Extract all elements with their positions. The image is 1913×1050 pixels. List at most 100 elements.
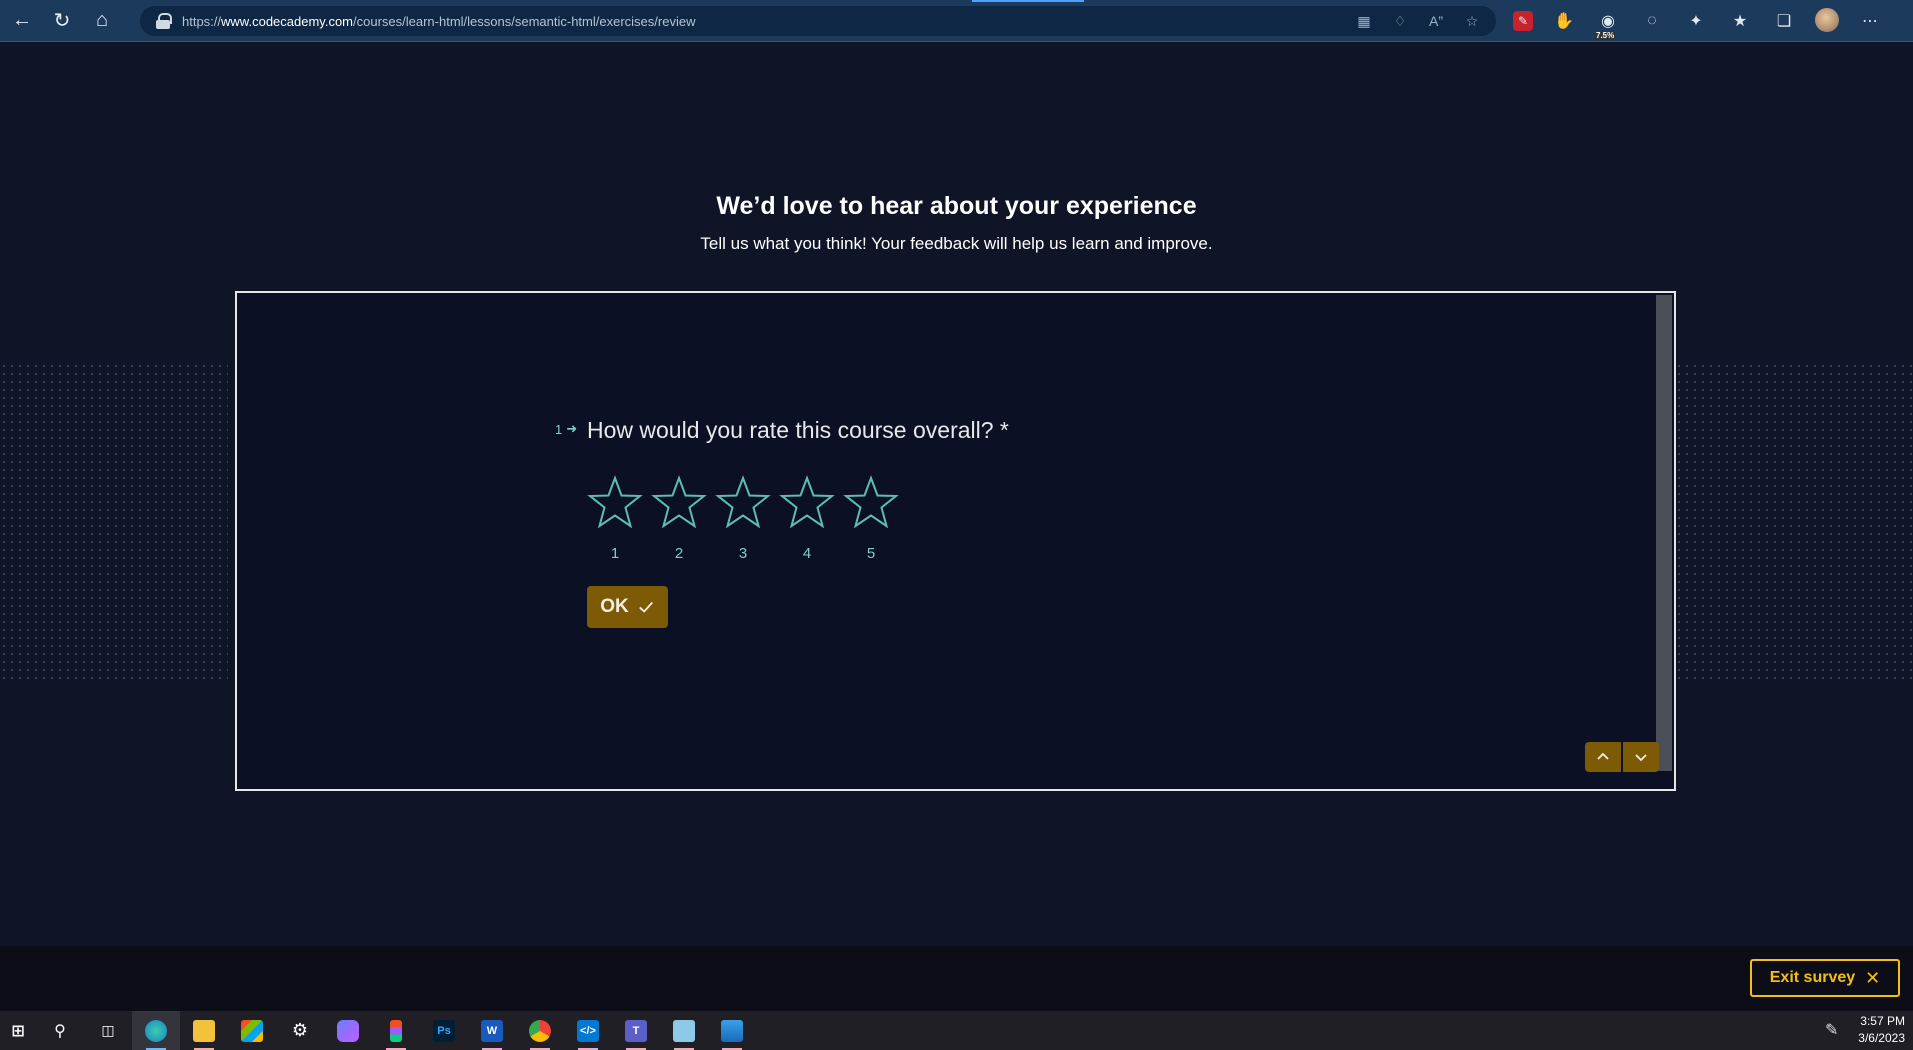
question-number-text: 1	[555, 421, 563, 437]
lock-icon	[156, 13, 172, 29]
refresh-icon[interactable]: ↻	[42, 0, 82, 42]
store-icon	[241, 1019, 263, 1042]
page-title: We’d love to hear about your experience	[716, 192, 1197, 220]
address-bar[interactable]: https://www.codecademy.com/courses/learn…	[140, 6, 1496, 36]
vscode-taskbar-item[interactable]: </>	[564, 1011, 612, 1050]
clock-time: 3:57 PM	[1860, 1014, 1905, 1028]
question-navigation	[1585, 742, 1659, 772]
vscode-icon: </>	[577, 1019, 599, 1042]
notepad-icon	[673, 1019, 695, 1042]
badge-extension-icon[interactable]: ◉ 7.5%	[1595, 8, 1621, 40]
previous-question-button[interactable]	[1585, 742, 1621, 772]
ok-button[interactable]: OK	[587, 586, 668, 628]
task-view-button[interactable]: ◫	[84, 1011, 132, 1050]
rating-option-2[interactable]: 2	[651, 475, 707, 562]
store-taskbar-item[interactable]	[228, 1011, 276, 1050]
avatar[interactable]	[1815, 8, 1839, 32]
tag-icon[interactable]: ♢	[1390, 11, 1410, 31]
exit-survey-button[interactable]: Exit survey ✕	[1750, 959, 1900, 997]
settings-taskbar-item[interactable]: ⚙	[276, 1011, 324, 1050]
dot-pattern-right	[1675, 362, 1913, 684]
rating-label: 4	[802, 545, 812, 562]
active-tab-indicator	[972, 0, 1084, 2]
photoshop-taskbar-item[interactable]: Ps	[420, 1011, 468, 1050]
more-menu-icon[interactable]: ⋯	[1857, 8, 1883, 34]
close-icon: ✕	[1865, 967, 1881, 988]
photos-taskbar-item[interactable]	[708, 1011, 756, 1050]
url-prefix: https://	[182, 13, 222, 29]
search-button[interactable]: ⚲	[36, 1011, 84, 1050]
pdf-extension-icon[interactable]: ✎	[1513, 11, 1533, 31]
taskbar: ⊞ ⚲ ◫ ⚙ Ps W </> T	[0, 1011, 1913, 1050]
url-domain: www.codecademy.com	[221, 13, 354, 29]
star-icon	[843, 475, 899, 529]
notepad-taskbar-item[interactable]	[660, 1011, 708, 1050]
checkmark-icon	[638, 601, 653, 613]
glasses-extension-icon[interactable]: ◌	[1639, 8, 1665, 34]
chevron-down-icon	[1635, 754, 1647, 762]
arrow-right-icon: ➜	[566, 421, 578, 436]
dot-pattern-left	[0, 362, 228, 684]
extension-badge: 7.5%	[1595, 31, 1616, 40]
teams-icon: T	[625, 1019, 647, 1042]
star-icon	[651, 475, 707, 529]
photoshop-icon: Ps	[433, 1019, 455, 1042]
favorites-icon[interactable]: ★	[1727, 8, 1753, 34]
collections-icon[interactable]: ❏	[1771, 8, 1797, 34]
rating-option-4[interactable]: 4	[779, 475, 835, 562]
exit-survey-label: Exit survey	[1769, 969, 1856, 986]
chevron-up-icon	[1597, 752, 1609, 760]
home-icon[interactable]: ⌂	[82, 0, 122, 42]
adblock-extension-icon[interactable]: ✋	[1551, 8, 1577, 34]
file-explorer-taskbar-item[interactable]	[180, 1011, 228, 1050]
rating-label: 3	[738, 545, 748, 562]
photos-icon	[721, 1019, 743, 1042]
star-icon	[779, 475, 835, 529]
search-icon: ⚲	[54, 1022, 66, 1040]
next-question-button[interactable]	[1623, 742, 1659, 772]
edge-icon	[145, 1019, 167, 1042]
figma-taskbar-item[interactable]	[372, 1011, 420, 1050]
start-button[interactable]: ⊞	[0, 1011, 36, 1050]
chrome-icon	[529, 1019, 551, 1042]
survey-frame: 1 ➜ How would you rate this course overa…	[235, 291, 1676, 791]
folder-icon	[193, 1019, 215, 1042]
back-icon[interactable]: ←	[2, 0, 42, 42]
rating-label: 5	[866, 545, 876, 562]
bottom-bar	[0, 946, 1913, 1011]
rating-option-5[interactable]: 5	[843, 475, 899, 562]
windows-icon: ⊞	[11, 1022, 25, 1040]
copilot-taskbar-item[interactable]	[324, 1011, 372, 1050]
gear-icon: ⚙	[291, 1020, 309, 1040]
figma-icon	[390, 1019, 402, 1042]
star-rating: 1 2 3 4 5	[587, 475, 899, 562]
system-clock[interactable]: 3:57 PM 3/6/2023	[1858, 1013, 1905, 1047]
question-number: 1 ➜	[555, 421, 577, 437]
scrollbar[interactable]	[1656, 295, 1672, 771]
apps-icon[interactable]: ▦	[1354, 11, 1374, 31]
question-text: How would you rate this course overall? …	[587, 417, 1009, 443]
star-icon	[715, 475, 771, 529]
rating-label: 1	[610, 545, 620, 562]
add-favorite-icon[interactable]: ☆	[1462, 11, 1482, 31]
clock-date: 3/6/2023	[1858, 1031, 1905, 1045]
url-path: /courses/learn-html/lessons/semantic-htm…	[353, 13, 696, 29]
rating-option-1[interactable]: 1	[587, 475, 643, 562]
read-aloud-icon[interactable]: A”	[1426, 11, 1446, 31]
url-text[interactable]: https://www.codecademy.com/courses/learn…	[182, 14, 695, 29]
star-icon	[587, 475, 643, 529]
pen-icon[interactable]: ✎	[1825, 1020, 1838, 1040]
rating-option-3[interactable]: 3	[715, 475, 771, 562]
word-taskbar-item[interactable]: W	[468, 1011, 516, 1050]
teams-taskbar-item[interactable]: T	[612, 1011, 660, 1050]
page-subtitle: Tell us what you think! Your feedback wi…	[700, 234, 1213, 253]
task-view-icon: ◫	[101, 1022, 115, 1038]
ok-label: OK	[600, 596, 629, 617]
rating-label: 2	[674, 545, 684, 562]
word-icon: W	[481, 1019, 503, 1042]
browser-toolbar: ← ↻ ⌂ https://www.codecademy.com/courses…	[0, 0, 1913, 42]
chrome-taskbar-item[interactable]	[516, 1011, 564, 1050]
edge-taskbar-item[interactable]	[132, 1011, 180, 1050]
hexagon-app-icon	[337, 1019, 359, 1042]
extensions-icon[interactable]: ✦	[1683, 8, 1709, 34]
